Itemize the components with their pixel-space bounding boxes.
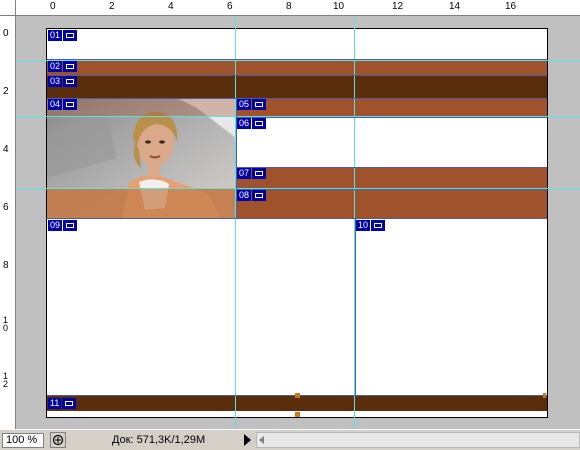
slice-boundary — [47, 75, 547, 76]
slice-number: 08 — [237, 190, 252, 201]
slice-number: 07 — [237, 168, 252, 179]
ruler-h-label: 16 — [505, 1, 517, 12]
document-size-info: Док: 571,3K/1,29M — [112, 434, 206, 446]
ruler-v-label: 6 — [3, 202, 9, 213]
image-slice-icon — [62, 398, 77, 409]
ruler-v-label: 8 — [3, 260, 9, 271]
slice-boundary — [355, 218, 356, 395]
band-slice-02 — [47, 60, 547, 75]
ruler-h-label: 12 — [392, 1, 404, 12]
slice-tag-11[interactable]: 11 — [48, 398, 77, 409]
image-slice-icon — [63, 76, 78, 87]
slice-tag-09[interactable]: 09 — [48, 220, 78, 231]
ruler-h-label: 4 — [168, 1, 174, 12]
ruler-corner[interactable] — [0, 0, 16, 16]
image-slice-icon — [63, 99, 78, 110]
scroll-left-arrow-icon[interactable] — [259, 436, 264, 444]
guide-horizontal[interactable] — [16, 60, 580, 61]
slice-tag-03[interactable]: 03 — [48, 76, 78, 87]
slice-tag-02[interactable]: 02 — [48, 61, 78, 72]
navigator-button[interactable] — [50, 432, 66, 448]
ruler-v-label: 2 — [3, 86, 9, 97]
photo-bottom-tint — [47, 189, 236, 218]
slice-number: 11 — [48, 398, 62, 409]
slice-number: 01 — [48, 30, 63, 41]
ruler-h-label: 6 — [227, 1, 233, 12]
slice-boundary — [236, 117, 547, 118]
ruler-h-label: 8 — [286, 1, 292, 12]
image-slice-icon — [252, 99, 267, 110]
image-slice-icon — [252, 190, 267, 201]
image-slice-icon — [63, 30, 78, 41]
slice-number: 09 — [48, 220, 63, 231]
vertical-ruler[interactable]: 0 2 4 6 8 1 0 1 2 — [0, 16, 16, 429]
slice-tag-07[interactable]: 07 — [237, 168, 267, 179]
image-slice-icon — [252, 168, 267, 179]
document-canvas[interactable]: 01 02 03 04 05 06 07 08 09 10 11 — [46, 28, 548, 418]
image-slice-icon — [252, 118, 267, 129]
ruler-h-label: 14 — [449, 1, 461, 12]
image-slice-icon — [371, 220, 386, 231]
ruler-v-label: 1 0 — [3, 315, 9, 333]
slice-number: 04 — [48, 99, 63, 110]
status-menu-arrow-icon[interactable] — [244, 434, 251, 446]
slice-number: 10 — [356, 220, 371, 231]
zoom-level-field[interactable]: 100 % — [2, 433, 44, 448]
slice-tag-04[interactable]: 04 — [48, 99, 78, 110]
ruler-h-label: 10 — [333, 1, 345, 12]
slice-tag-05[interactable]: 05 — [237, 99, 267, 110]
band-slice-03 — [47, 75, 547, 98]
horizontal-ruler[interactable]: 0 2 4 6 8 10 12 14 16 — [0, 0, 580, 16]
slice-tag-01[interactable]: 01 — [48, 30, 78, 41]
slice-boundary — [47, 59, 547, 60]
slice-boundary — [47, 218, 547, 219]
slice-number: 06 — [237, 118, 252, 129]
ruler-v-label: 0 — [3, 28, 9, 39]
selection-handle[interactable] — [295, 412, 300, 417]
selection-handle[interactable] — [543, 393, 546, 398]
ruler-h-label: 0 — [50, 1, 56, 12]
image-slice-icon — [63, 220, 78, 231]
ruler-v-label: 4 — [3, 144, 9, 155]
status-bar: 100 % Док: 571,3K/1,29M — [0, 429, 580, 450]
slice-number: 05 — [237, 99, 252, 110]
slice-boundary — [47, 98, 547, 99]
slice-boundary — [236, 167, 547, 168]
slice-boundary — [236, 189, 547, 190]
slice-tag-10[interactable]: 10 — [356, 220, 386, 231]
slice-number: 02 — [48, 61, 63, 72]
guide-vertical[interactable] — [235, 16, 236, 429]
image-slice-icon — [63, 61, 78, 72]
slice-number: 03 — [48, 76, 63, 87]
ruler-v-label: 1 2 — [3, 371, 9, 389]
ruler-h-label: 2 — [109, 1, 115, 12]
navigator-icon — [52, 434, 64, 446]
horizontal-scrollbar[interactable] — [256, 432, 580, 448]
slice-tag-06[interactable]: 06 — [237, 118, 267, 129]
selection-handle[interactable] — [295, 393, 300, 398]
slice-tag-08[interactable]: 08 — [237, 190, 267, 201]
